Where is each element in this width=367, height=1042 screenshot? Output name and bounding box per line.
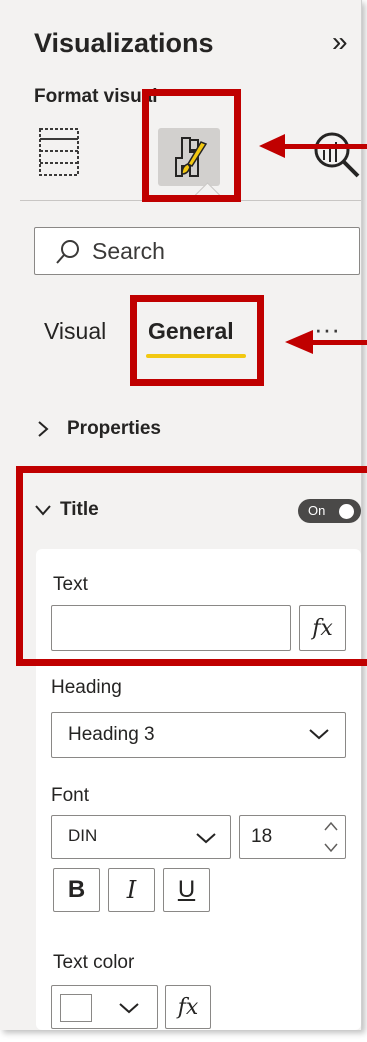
tab-visual[interactable]: Visual — [44, 318, 106, 345]
annotation-arrow-general — [311, 340, 367, 345]
analytics-tab[interactable] — [308, 124, 361, 184]
spin-up-icon[interactable] — [322, 818, 340, 836]
font-label: Font — [51, 785, 90, 806]
chevron-down-icon — [118, 1000, 140, 1016]
annotation-box-general-tab — [130, 295, 264, 386]
annotation-box-title-section — [16, 466, 367, 666]
annotation-arrowhead-format — [259, 134, 285, 158]
search-input[interactable] — [34, 227, 360, 275]
analytics-magnifier-icon — [314, 132, 360, 178]
chevron-right-icon — [36, 420, 50, 438]
bold-button[interactable]: B — [53, 868, 100, 912]
font-family-value: DIN — [68, 826, 98, 845]
pane-title: Visualizations — [34, 28, 214, 58]
format-visual-label: Format visual — [34, 86, 158, 107]
heading-dropdown-value: Heading 3 — [68, 724, 155, 745]
search-placeholder: Search — [92, 238, 165, 264]
font-size-value: 18 — [251, 826, 273, 847]
annotation-arrow-format — [282, 144, 367, 149]
color-swatch — [60, 994, 92, 1022]
build-visual-icon[interactable] — [38, 127, 94, 183]
text-color-label: Text color — [53, 952, 135, 973]
annotation-box-format-tab — [142, 89, 241, 202]
text-color-fx-button[interactable]: fx — [165, 985, 211, 1029]
spin-down-icon[interactable] — [322, 838, 340, 856]
chevron-down-icon — [308, 726, 330, 742]
annotation-arrowhead-general — [285, 330, 313, 354]
collapse-pane-button[interactable]: » — [332, 26, 348, 58]
properties-section-header[interactable]: Properties — [67, 418, 161, 440]
search-icon — [54, 238, 82, 266]
heading-label: Heading — [51, 677, 122, 698]
chevron-down-icon — [195, 830, 217, 846]
underline-button[interactable]: U — [163, 868, 210, 912]
italic-button[interactable]: I — [108, 868, 155, 912]
